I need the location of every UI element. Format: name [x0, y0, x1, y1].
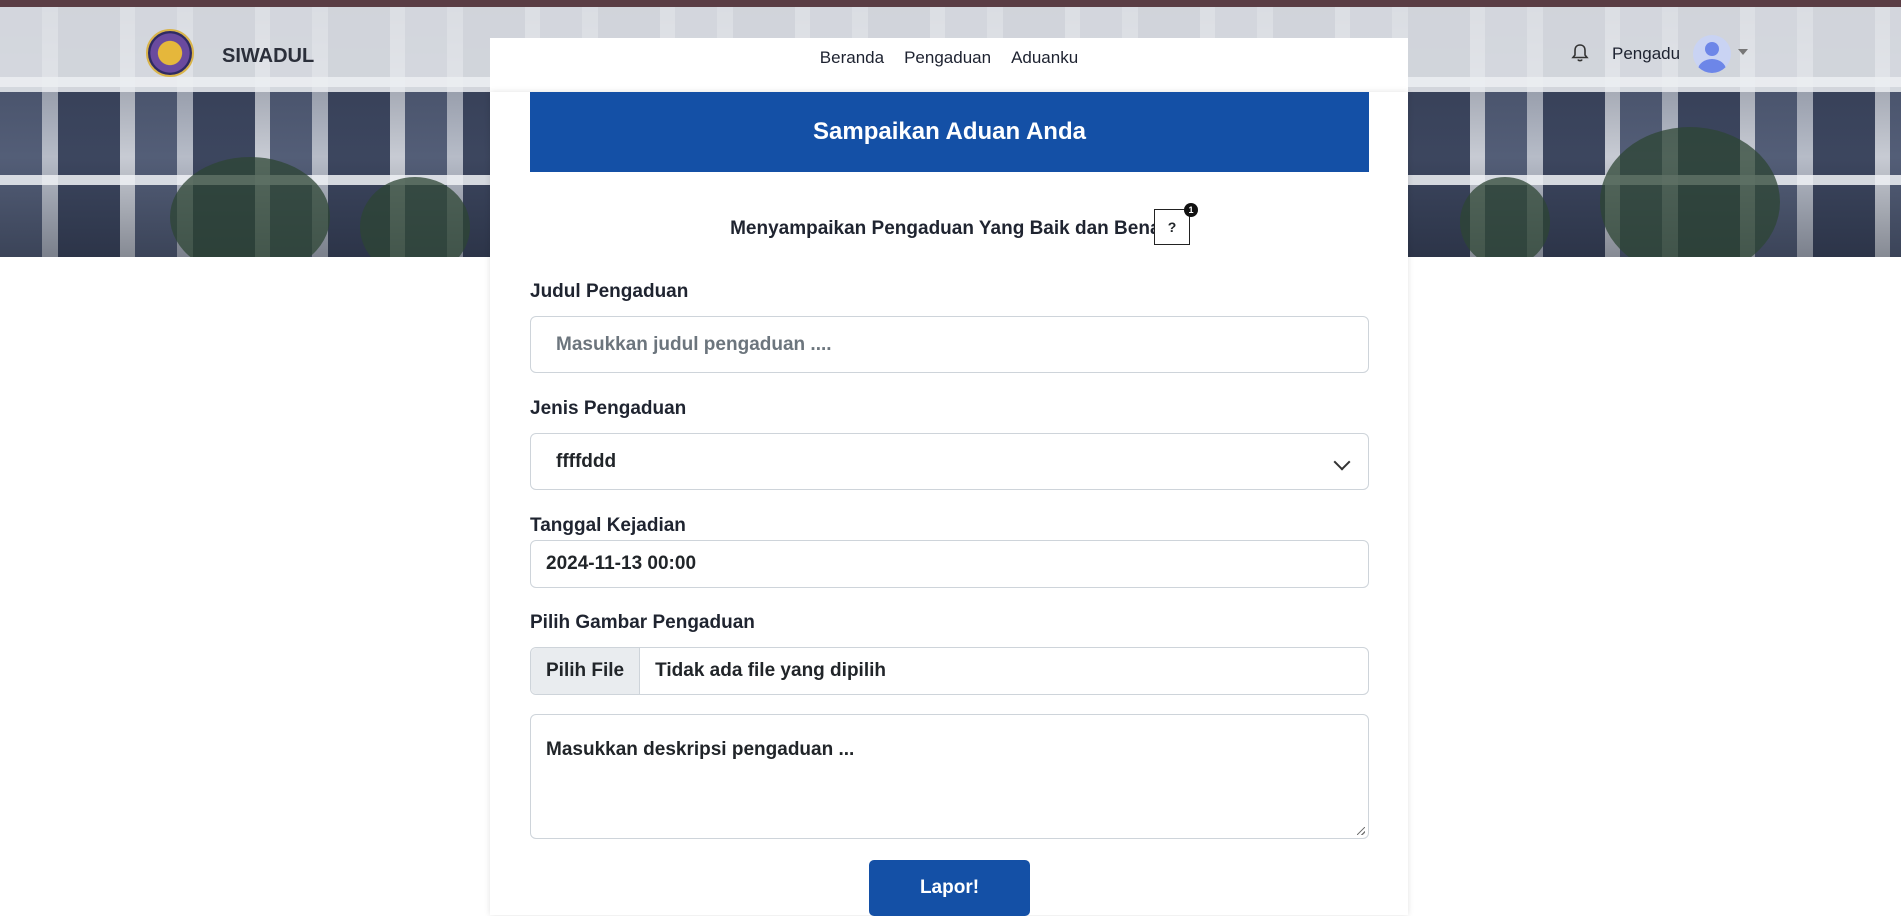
type-select-value: ffffddd	[556, 450, 617, 472]
submit-button[interactable]: Lapor!	[869, 860, 1030, 916]
hero-tree	[170, 157, 330, 257]
hero-tree	[1600, 127, 1780, 257]
bell-icon[interactable]	[1571, 43, 1589, 63]
resize-handle-icon[interactable]	[1357, 827, 1365, 835]
date-input-value: 2024-11-13 00:00	[546, 553, 697, 574]
user-avatar-icon[interactable]	[1693, 35, 1731, 73]
date-label: Tanggal Kejadian	[530, 515, 686, 536]
image-label: Pilih Gambar Pengaduan	[530, 612, 755, 633]
hero-tree	[360, 177, 470, 257]
description-textarea[interactable]: Masukkan deskripsi pengaduan ...	[530, 714, 1369, 839]
nav-links: Beranda Pengaduan Aduanku	[490, 38, 1408, 98]
complaint-form-card: Sampaikan Aduan Anda Menyampaikan Pengad…	[490, 92, 1408, 916]
file-choose-button[interactable]: Pilih File	[531, 648, 641, 694]
help-badge: 1	[1184, 203, 1198, 217]
nav-link-aduanku[interactable]: Aduanku	[1011, 48, 1078, 68]
navbar: SIWADUL Beranda Pengaduan Aduanku Pengad…	[0, 7, 1901, 98]
title-input-placeholder: Masukkan judul pengaduan ....	[556, 333, 832, 355]
title-input[interactable]: Masukkan judul pengaduan ....	[530, 316, 1369, 373]
user-name[interactable]: Pengadu	[1612, 44, 1680, 64]
avatar-head	[1705, 42, 1719, 56]
caret-down-icon[interactable]	[1738, 49, 1748, 55]
description-placeholder: Masukkan deskripsi pengaduan ...	[546, 739, 855, 760]
institution-logo[interactable]	[146, 29, 194, 77]
hero-tree	[1460, 177, 1550, 257]
avatar-body	[1698, 59, 1726, 73]
date-input[interactable]: 2024-11-13 00:00	[530, 540, 1369, 588]
form-subtitle-text: Menyampaikan Pengaduan Yang Baik dan Ben…	[730, 218, 1168, 239]
file-status: Tidak ada file yang dipilih	[655, 660, 886, 681]
type-select[interactable]: ffffddd	[530, 433, 1369, 490]
brand-name[interactable]: SIWADUL	[222, 45, 314, 68]
top-strip	[0, 0, 1901, 7]
file-input[interactable]: Pilih File Tidak ada file yang dipilih	[530, 647, 1369, 695]
form-subtitle: Menyampaikan Pengaduan Yang Baik dan Ben…	[490, 218, 1408, 240]
nav-link-pengaduan[interactable]: Pengaduan	[904, 48, 991, 68]
form-header: Sampaikan Aduan Anda	[530, 92, 1369, 172]
title-label: Judul Pengaduan	[530, 281, 689, 302]
chevron-down-icon	[1333, 453, 1351, 471]
type-label: Jenis Pengaduan	[530, 398, 687, 419]
nav-link-beranda[interactable]: Beranda	[820, 48, 884, 68]
